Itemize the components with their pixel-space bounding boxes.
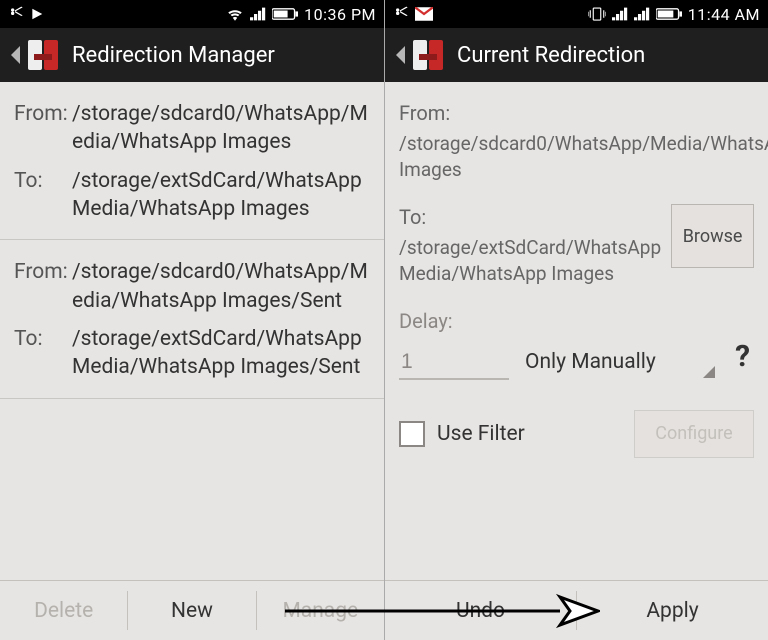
signal-icon xyxy=(250,7,266,21)
status-clock: 11:44 AM xyxy=(688,5,760,24)
from-label: From: xyxy=(14,258,72,315)
help-icon[interactable]: ? xyxy=(731,339,754,380)
appbar-title: Current Redirection xyxy=(457,43,645,68)
delay-label: Delay: xyxy=(399,309,754,333)
screen-redirection-manager: 10:36 PM Redirection Manager From: /stor… xyxy=(0,0,384,640)
configure-button[interactable]: Configure xyxy=(634,410,754,458)
manage-button[interactable]: Manage xyxy=(257,581,384,640)
app-icon xyxy=(409,36,447,74)
screen-current-redirection: 11:44 AM Current Redirection From: /stor… xyxy=(384,0,768,640)
from-path: /storage/sdcard0/WhatsApp/Media/WhatsApp… xyxy=(72,258,370,315)
scissors-icon xyxy=(393,6,409,22)
from-label: From: xyxy=(14,100,72,157)
spinner-value: Only Manually xyxy=(525,350,656,374)
back-icon[interactable] xyxy=(8,28,22,82)
to-path: /storage/extSdCard/WhatsApp Media/WhatsA… xyxy=(72,167,370,224)
status-bar-right: 11:44 AM xyxy=(385,0,768,28)
new-button[interactable]: New xyxy=(128,581,255,640)
wifi-icon xyxy=(226,7,244,21)
from-label: From: xyxy=(399,100,768,127)
to-label: To: xyxy=(14,325,72,382)
browse-to-button[interactable]: Browse xyxy=(671,204,754,268)
use-filter-label: Use Filter xyxy=(437,422,525,446)
battery-icon xyxy=(656,7,682,21)
app-icon xyxy=(24,36,62,74)
status-bar-left: 10:36 PM xyxy=(0,0,384,28)
chevron-down-icon xyxy=(703,366,715,378)
scissors-icon xyxy=(8,6,24,22)
to-path: /storage/extSdCard/WhatsApp Media/WhatsA… xyxy=(72,325,370,382)
use-filter-checkbox[interactable] xyxy=(399,421,425,447)
gmail-icon xyxy=(415,7,433,21)
undo-button[interactable]: Undo xyxy=(385,581,576,640)
delay-input[interactable] xyxy=(399,346,509,380)
appbar-left: Redirection Manager xyxy=(0,28,384,82)
back-icon[interactable] xyxy=(393,28,407,82)
delete-button[interactable]: Delete xyxy=(0,581,127,640)
from-path: /storage/sdcard0/WhatsApp/Media/WhatsApp… xyxy=(399,132,768,181)
from-path: /storage/sdcard0/WhatsApp/Media/WhatsApp… xyxy=(72,100,370,157)
signal-icon xyxy=(612,7,628,21)
battery-icon xyxy=(272,7,298,21)
bottombar-left: Delete New Manage xyxy=(0,580,384,640)
apply-button[interactable]: Apply xyxy=(577,581,768,640)
list-item[interactable]: From: /storage/sdcard0/WhatsApp/Media/Wh… xyxy=(0,82,384,240)
interval-spinner[interactable]: Only Manually xyxy=(523,346,717,380)
appbar-title: Redirection Manager xyxy=(72,43,275,68)
to-label: To: xyxy=(399,204,661,231)
signal-icon xyxy=(634,7,650,21)
appbar-right: Current Redirection xyxy=(385,28,768,82)
redirection-list: From: /storage/sdcard0/WhatsApp/Media/Wh… xyxy=(0,82,384,580)
bottombar-right: Undo Apply xyxy=(385,580,768,640)
play-icon xyxy=(30,7,44,21)
list-item[interactable]: From: /storage/sdcard0/WhatsApp/Media/Wh… xyxy=(0,240,384,398)
to-label: To: xyxy=(14,167,72,224)
vibrate-icon xyxy=(588,7,606,21)
to-path: /storage/extSdCard/WhatsApp Media/WhatsA… xyxy=(399,236,661,285)
status-clock: 10:36 PM xyxy=(304,5,376,24)
